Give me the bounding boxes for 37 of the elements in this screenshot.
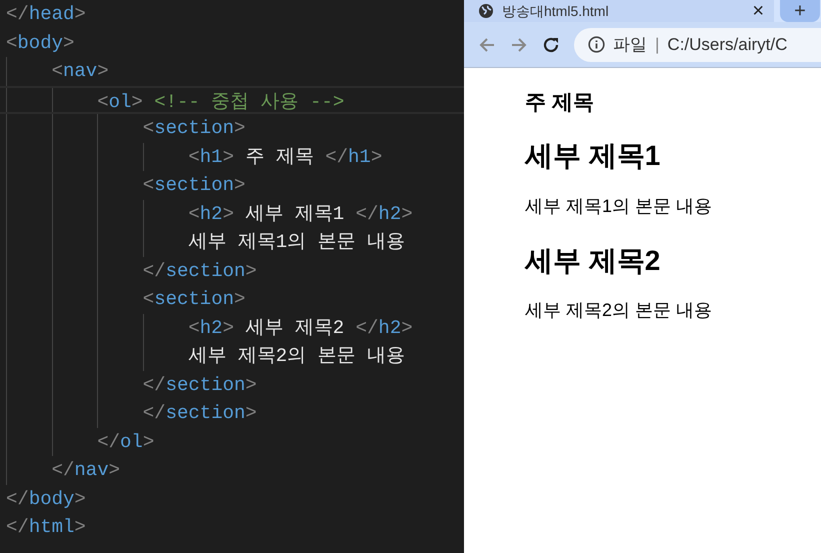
- code-line: </nav>: [52, 458, 120, 483]
- section-heading: 세부 제목2: [525, 244, 662, 278]
- code-line: </ol>: [97, 430, 154, 454]
- reload-icon[interactable]: [542, 36, 560, 54]
- tab-title: 방송대html5.html: [502, 2, 610, 20]
- code-line: 세부 제목2의 본문 내용: [188, 344, 405, 369]
- body-text: 세부 제목2의 본문 내용: [525, 299, 714, 322]
- globe-icon: [478, 3, 494, 19]
- info-icon: [588, 36, 605, 53]
- scheme-label: 파일: [613, 34, 647, 56]
- code-line: <section>: [142, 287, 246, 312]
- code-line: <h2> 세부 제목2 </h2>: [188, 316, 413, 340]
- code-line: </head>: [6, 2, 86, 27]
- code-line: <h2> 세부 제목1 </h2>: [188, 202, 413, 226]
- close-tab-button[interactable]: ×: [752, 1, 764, 21]
- new-tab-button[interactable]: +: [780, 0, 820, 22]
- code-line: </section>: [142, 372, 257, 398]
- body-text: 세부 제목1의 본문 내용: [525, 194, 714, 218]
- code-line: </body>: [6, 486, 86, 512]
- current-code-line: <ol> <!-- 중첩 사용 -->: [97, 90, 344, 112]
- code-line: </section>: [142, 258, 257, 284]
- forward-icon[interactable]: [510, 36, 528, 54]
- code-line: </html>: [6, 515, 86, 540]
- code-line: <section>: [142, 173, 246, 198]
- code-line: <section>: [142, 116, 246, 141]
- code-line: <h1> 주 제목 </h1>: [188, 144, 382, 170]
- back-icon[interactable]: [478, 36, 496, 54]
- code-line: <body>: [6, 30, 74, 56]
- browser-tab[interactable]: 방송대html5.html ×: [464, 0, 774, 22]
- code-line: 세부 제목1의 본문 내용: [188, 230, 405, 255]
- code-line: <nav>: [52, 59, 109, 84]
- address-bar[interactable]: 파일 | C:/Users/airyt/C: [574, 28, 821, 62]
- section-heading: 세부 제목1: [525, 139, 662, 173]
- url-text: C:/Users/airyt/C: [667, 34, 788, 56]
- separator: |: [655, 34, 660, 56]
- code-line: </section>: [142, 401, 257, 426]
- page-heading: 주 제목: [525, 90, 595, 116]
